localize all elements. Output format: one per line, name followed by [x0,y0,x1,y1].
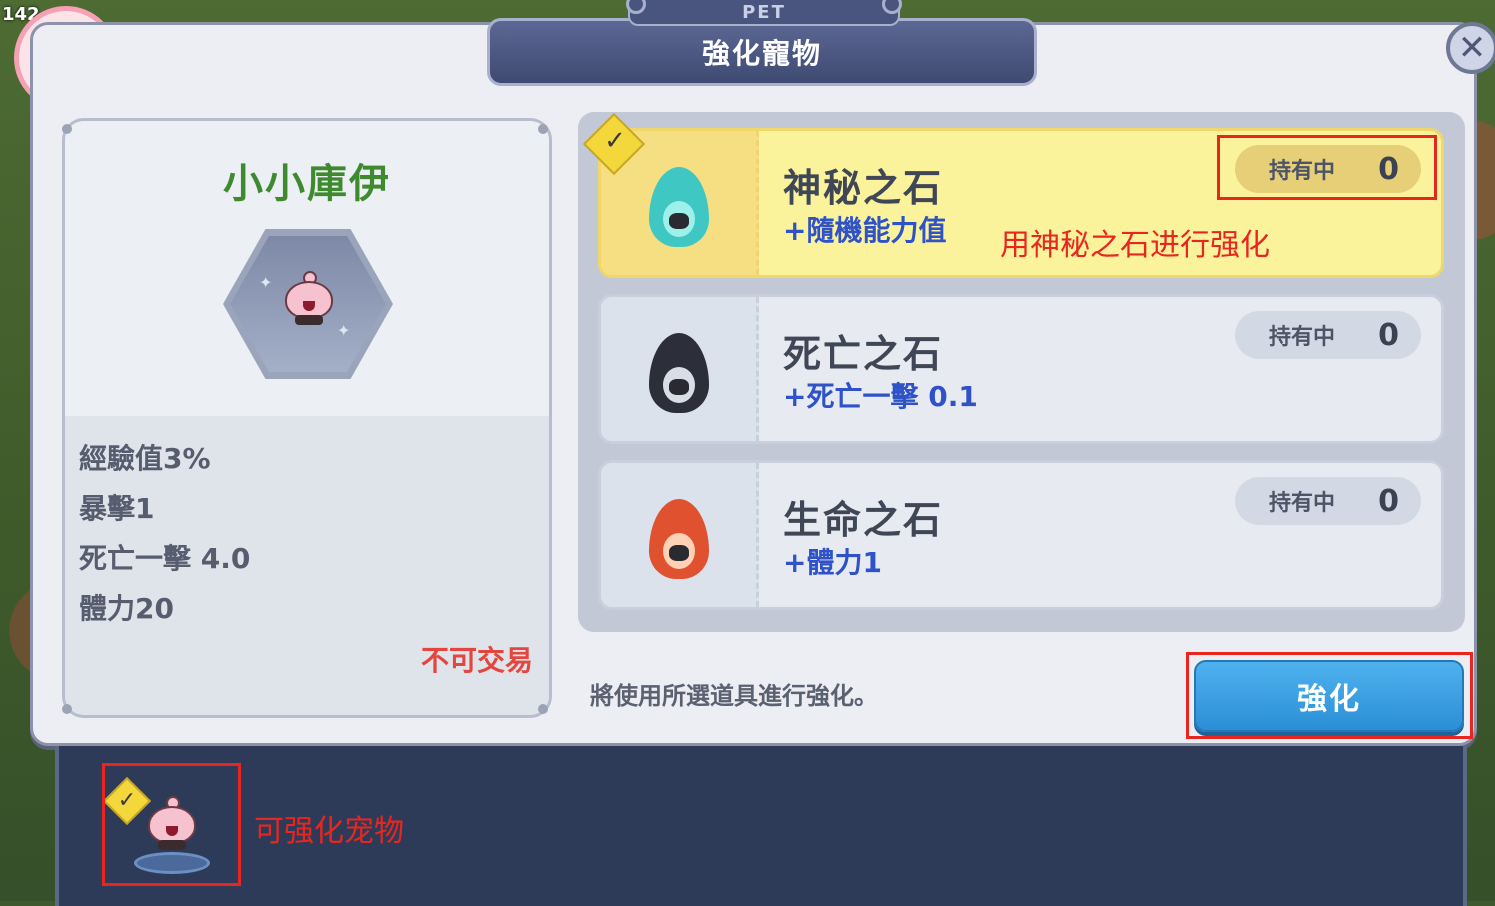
sparkle-icon: ✦ [259,273,273,292]
pet-stat-stamina: 體力20 [79,592,174,625]
owned-count: 0 [1378,317,1399,353]
stone-name: 神秘之石 [783,166,944,210]
card-corner-dot [62,704,72,714]
flame-core [669,379,689,395]
sparkle-icon: ✦ [337,321,351,340]
stone-option-death[interactable]: 死亡之石 +死亡一擊 0.1 持有中 0 [598,294,1444,444]
stone-name: 生命之石 [783,498,944,542]
pet-info-card: 小小庫伊 ✦ ✦ 經驗值3% 暴擊1 死亡一擊 4.0 體力20 不可交易 [62,118,552,718]
stone-effect: +死亡一擊 0.1 [783,380,978,413]
pet-body [285,281,333,319]
stone-name: 死亡之石 [783,332,944,376]
card-corner-dot [538,124,548,134]
dialog-title-bar: 強化寵物 [487,18,1037,86]
pet-category-tab: PET [626,0,902,26]
checkmark-icon: ✓ [604,126,626,156]
stone-effect: +隨機能力值 [783,214,947,247]
pet-name: 小小庫伊 [223,161,391,207]
owned-count-pill: 持有中 0 [1235,477,1421,525]
pet-feet [295,315,323,325]
ornament-swirl [882,0,902,14]
trade-status-label: 不可交易 [420,644,533,677]
annotation-box-enhance [1186,652,1473,739]
pet-stat-crit: 暴擊1 [79,492,155,525]
pet-stat-deathblow: 死亡一擊 4.0 [79,542,251,575]
annotation-pet-note: 可强化宠物 [254,814,404,849]
close-icon: ✕ [1457,28,1487,68]
mystic-flame-icon [645,167,713,247]
owned-label: 持有中 [1269,491,1336,516]
pet-tab-label: PET [742,1,786,23]
annotation-box-pet [102,763,241,886]
flame-core [669,213,689,229]
death-flame-icon [645,333,713,413]
owned-count: 0 [1378,483,1399,519]
dialog-title: 強化寵物 [701,37,822,70]
stone-effect: +體力1 [783,546,882,579]
annotation-stone-note: 用神秘之石进行强化 [1000,228,1270,263]
pet-stat-exp: 經驗值3% [79,442,211,475]
stone-option-life[interactable]: 生命之石 +體力1 持有中 0 [598,460,1444,610]
life-flame-icon [645,499,713,579]
flame-core [669,545,689,561]
pet-portrait-sprite [279,271,339,327]
close-button[interactable]: ✕ [1446,22,1495,74]
card-corner-dot [62,124,72,134]
annotation-box-owned [1217,135,1437,200]
ornament-swirl [626,0,646,14]
card-corner-dot [538,704,548,714]
owned-label: 持有中 [1269,325,1336,350]
enhance-hint: 將使用所選道具進行強化。 [590,682,878,710]
owned-count-pill: 持有中 0 [1235,311,1421,359]
